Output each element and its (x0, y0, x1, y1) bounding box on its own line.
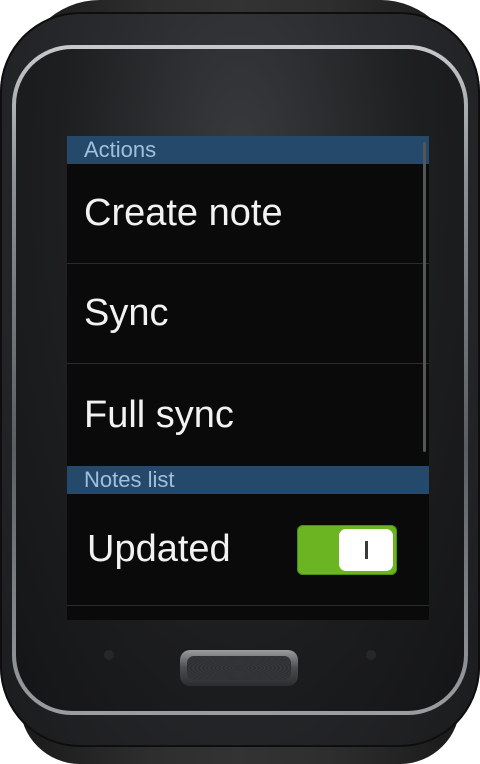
home-button[interactable] (180, 650, 298, 686)
sensor-dot-left (104, 650, 114, 660)
menu-item-sync[interactable]: Sync (67, 264, 429, 364)
scrollbar[interactable] (423, 142, 426, 452)
menu-item-label: Full sync (84, 393, 234, 436)
section-header-notes-list: Notes list (67, 466, 429, 494)
menu-item-create-note[interactable]: Create note (67, 164, 429, 264)
setting-label: Updated (87, 528, 231, 570)
sensor-dot-right (366, 650, 376, 660)
menu-item-full-sync[interactable]: Full sync (67, 364, 429, 466)
watch-screen: Actions Create note Sync Full sync Notes… (67, 136, 429, 620)
setting-row-updated[interactable]: Updated (67, 494, 429, 606)
home-button-icon (187, 656, 291, 680)
toggle-knob (339, 528, 393, 571)
section-header-actions: Actions (67, 136, 429, 164)
updated-toggle-switch[interactable] (297, 524, 397, 575)
toggle-on-indicator-icon (364, 540, 368, 559)
menu-item-label: Create note (84, 192, 283, 234)
menu-item-label: Sync (84, 292, 169, 334)
